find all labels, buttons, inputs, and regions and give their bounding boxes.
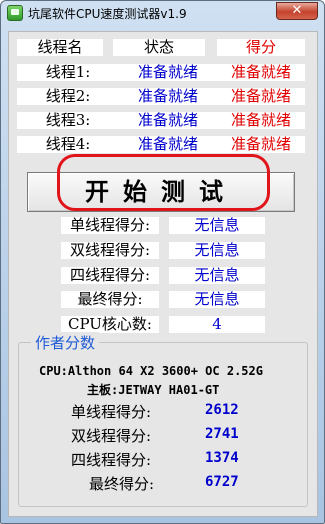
author-dual-label: 双线程得分: xyxy=(71,427,152,445)
thread-score: 准备就绪 xyxy=(217,88,305,105)
close-button[interactable]: ✕ xyxy=(276,2,318,20)
client-area: 线程名 状态 得分 线程1: 准备就绪 准备就绪 线程2: 准备就绪 准备就绪 … xyxy=(8,31,318,517)
author-quad-value: 1374 xyxy=(205,450,239,466)
single-thread-label: 单线程得分: xyxy=(61,217,159,234)
thread-score: 准备就绪 xyxy=(217,136,305,153)
author-final-value: 6727 xyxy=(205,474,239,490)
quad-thread-label: 四线程得分: xyxy=(61,267,159,284)
author-single-value: 2612 xyxy=(205,402,239,418)
single-thread-value: 无信息 xyxy=(169,217,265,234)
thread-score: 准备就绪 xyxy=(217,112,305,129)
thread-name: 线程2: xyxy=(17,88,119,105)
red-highlight-circle xyxy=(57,154,270,211)
header-score: 得分 xyxy=(217,39,305,56)
thread-status: 准备就绪 xyxy=(119,112,217,129)
thread-name: 线程3: xyxy=(17,112,119,129)
thread-score: 准备就绪 xyxy=(217,64,305,81)
thread-status: 准备就绪 xyxy=(119,64,217,81)
header-status: 状态 xyxy=(113,39,205,56)
author-scores-legend: 作者分数 xyxy=(31,332,100,353)
window-title: 坑尾软件CPU速度测试器v1.9 xyxy=(28,7,187,21)
dual-thread-value: 无信息 xyxy=(169,242,265,259)
thread-name: 线程1: xyxy=(17,64,119,81)
author-quad-label: 四线程得分: xyxy=(71,451,152,469)
author-board-info: 主板:JETWAY HA01-GT xyxy=(87,383,220,397)
cpu-cores-value: 4 xyxy=(169,316,265,333)
author-single-label: 单线程得分: xyxy=(71,403,152,421)
final-score-label: 最终得分: xyxy=(61,291,159,308)
final-score-value: 无信息 xyxy=(169,291,265,308)
quad-thread-value: 无信息 xyxy=(169,267,265,284)
app-icon xyxy=(7,5,23,21)
thread-name: 线程4: xyxy=(17,136,119,153)
author-final-label: 最终得分: xyxy=(89,475,155,493)
header-thread: 线程名 xyxy=(17,39,103,56)
cpu-cores-label: CPU核心数: xyxy=(61,316,159,333)
thread-status: 准备就绪 xyxy=(119,136,217,153)
author-dual-value: 2741 xyxy=(205,426,239,442)
title-bar[interactable]: 坑尾软件CPU速度测试器v1.9 ✕ xyxy=(1,1,324,25)
thread-status: 准备就绪 xyxy=(119,88,217,105)
dual-thread-label: 双线程得分: xyxy=(61,242,159,259)
author-cpu-info: CPU:Althon 64 X2 3600+ OC 2.52G xyxy=(39,364,263,378)
app-window: 坑尾软件CPU速度测试器v1.9 ✕ 线程名 状态 得分 线程1: 准备就绪 准… xyxy=(0,0,325,524)
close-icon: ✕ xyxy=(291,3,303,18)
